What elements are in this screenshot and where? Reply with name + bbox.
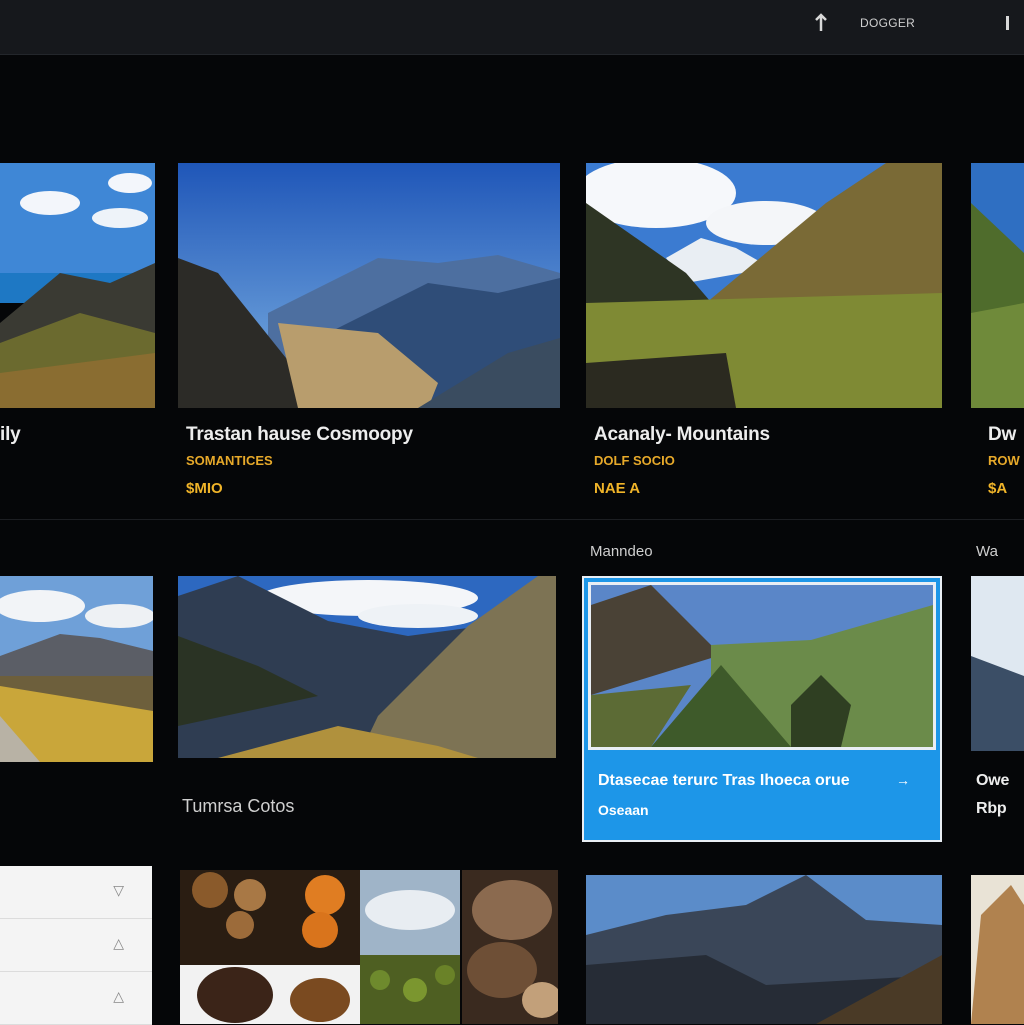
card-subtitle: DOLF SOCIO <box>594 453 675 468</box>
card-price: $MIO <box>186 480 223 497</box>
featured-title[interactable]: Dtasecae terurc Tras Ihoeca orue <box>598 772 850 790</box>
card-thumbnail[interactable] <box>971 576 1024 751</box>
card-title[interactable]: Acanaly- Mountains <box>594 424 770 446</box>
section-label: Manndeo <box>590 543 653 560</box>
card-thumbnail[interactable] <box>0 163 155 408</box>
card-thumbnail[interactable] <box>178 576 556 758</box>
list-item[interactable]: △ <box>0 972 152 1025</box>
chevron-up-icon[interactable]: △ <box>113 988 124 1005</box>
menu-icon[interactable] <box>998 12 1020 34</box>
card-thumbnail[interactable] <box>0 576 153 762</box>
chevron-up-icon[interactable]: △ <box>113 935 124 952</box>
featured-thumbnail[interactable] <box>588 582 936 750</box>
chevron-down-icon[interactable]: ▽ <box>113 882 124 899</box>
card-subtitle: Rbp <box>976 800 1007 817</box>
card-title[interactable]: Trastan hause Cosmoopy <box>186 424 413 446</box>
section-label: Tumrsa Cotos <box>182 796 295 816</box>
list-item[interactable]: ▽ <box>0 866 152 919</box>
arrow-right-icon[interactable]: → <box>896 772 910 788</box>
card-title[interactable]: Dw <box>988 424 1016 446</box>
card-price: NAE A <box>594 480 641 497</box>
card-thumbnail[interactable] <box>462 870 558 1024</box>
account-label[interactable]: DOGGER <box>860 16 915 30</box>
card-thumbnail[interactable] <box>178 163 560 408</box>
card-subtitle: ROW <box>988 453 1020 468</box>
card-thumbnail[interactable] <box>360 870 460 1024</box>
list-item[interactable]: △ <box>0 919 152 972</box>
card-subtitle: SOMANTICES <box>186 453 273 468</box>
card-thumbnail[interactable] <box>180 870 360 1024</box>
top-bar: DOGGER <box>0 0 1024 55</box>
card-title[interactable]: Owe <box>976 772 1009 790</box>
card-thumbnail[interactable] <box>586 163 942 408</box>
card-thumbnail[interactable] <box>971 875 1024 1024</box>
featured-subtitle: Oseaan <box>598 802 649 818</box>
upload-icon[interactable] <box>810 12 832 34</box>
card-thumbnail[interactable] <box>586 875 942 1024</box>
section-label: Wa <box>976 543 998 560</box>
list-panel: ▽ △ △ <box>0 866 152 1025</box>
featured-card[interactable]: Dtasecae terurc Tras Ihoeca orue → Oseaa… <box>582 576 942 842</box>
card-thumbnail[interactable] <box>971 163 1024 408</box>
section-divider <box>0 519 1024 520</box>
card-price: $A <box>988 480 1008 497</box>
card-title[interactable]: ily <box>0 424 21 446</box>
